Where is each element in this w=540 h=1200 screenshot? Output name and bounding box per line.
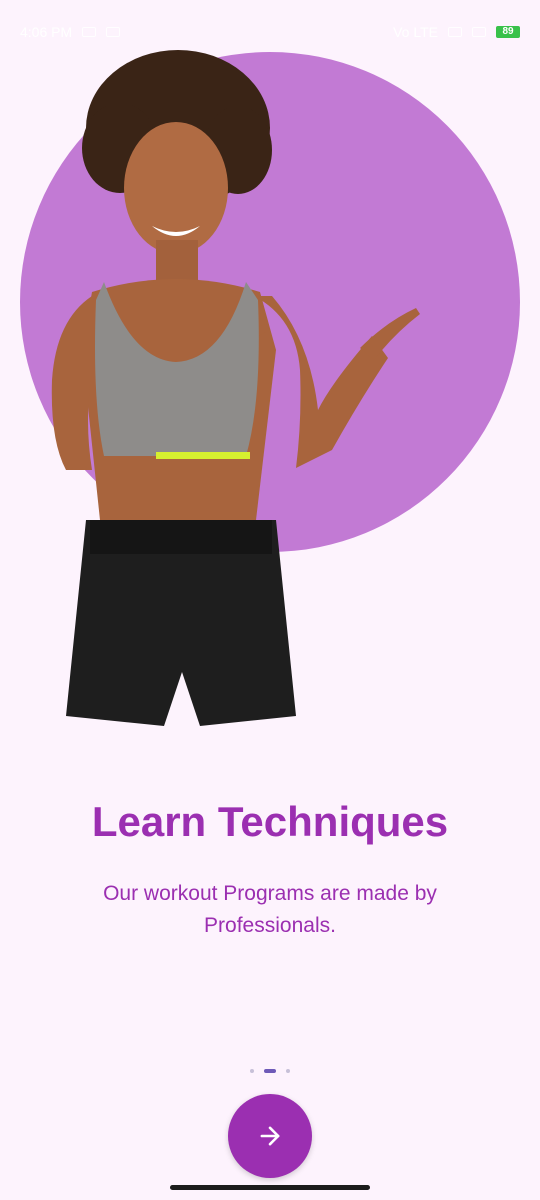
signal-icon: [448, 27, 462, 37]
home-indicator[interactable]: [170, 1185, 370, 1190]
wifi-icon: [472, 27, 486, 37]
next-button[interactable]: [228, 1094, 312, 1178]
notification-icon: [106, 27, 121, 37]
onboarding-title: Learn Techniques: [91, 798, 449, 845]
arrow-right-icon: [260, 1126, 280, 1146]
network-type: Vo LTE: [393, 24, 438, 40]
page-indicator: [0, 1069, 540, 1073]
battery-icon: 89: [496, 26, 520, 38]
page-dot-3: [286, 1069, 290, 1073]
status-right: Vo LTE 89: [393, 24, 520, 40]
hero-illustration: [0, 0, 540, 760]
page-dot-1: [250, 1069, 254, 1073]
status-left: 4:06 PM: [20, 24, 121, 40]
status-bar: 4:06 PM Vo LTE 89: [0, 0, 540, 64]
onboarding-description: Our workout Programs are made by Profess…: [103, 882, 437, 937]
page-dot-2-active: [264, 1069, 276, 1073]
status-time: 4:06 PM: [20, 24, 73, 40]
message-icon: [82, 27, 97, 37]
